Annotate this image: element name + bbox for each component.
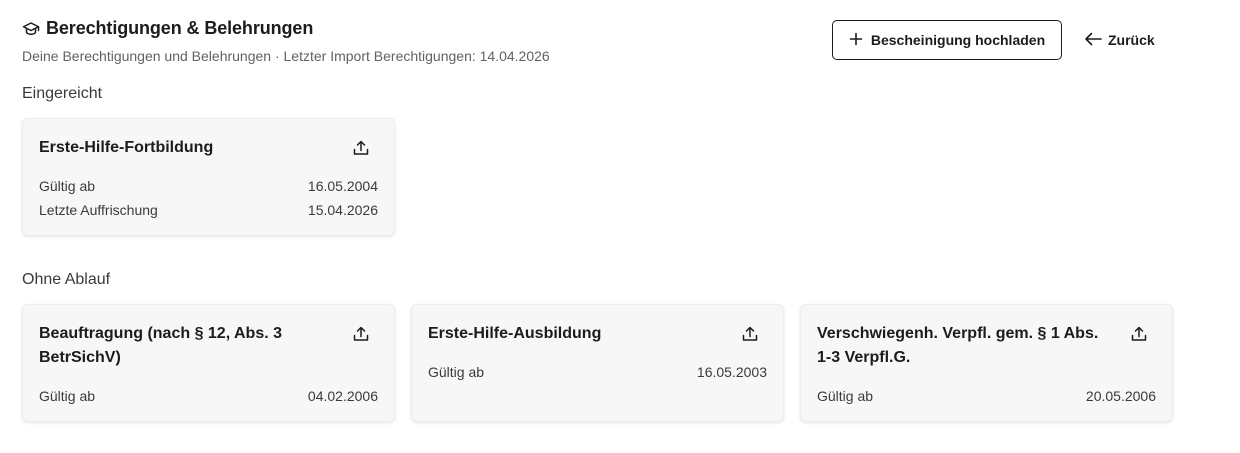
section-heading-submitted: Eingereicht — [22, 85, 103, 102]
card-row: Gültig ab 16.05.2003 — [428, 364, 767, 380]
certificate-card: Beauftragung (nach § 12, Abs. 3 BetrSich… — [22, 304, 395, 422]
arrow-left-icon — [1084, 32, 1102, 49]
card-row: Gültig ab 16.05.2004 — [39, 178, 378, 194]
certificate-card: Erste-Hilfe-Ausbildung Gültig ab 16.05.2… — [411, 304, 784, 422]
upload-certificate-button[interactable]: Bescheinigung hochladen — [832, 20, 1062, 60]
card-title: Erste-Hilfe-Ausbildung — [428, 325, 602, 342]
page-subtitle: Deine Berechtigungen und Belehrungen · L… — [22, 48, 550, 64]
row-value: 04.02.2006 — [307, 388, 378, 404]
card-title: Erste-Hilfe-Fortbildung — [39, 139, 214, 156]
row-value: 20.05.2006 — [1085, 388, 1156, 404]
row-label: Gültig ab — [817, 388, 874, 404]
page-title: Berechtigungen & Belehrungen — [46, 18, 314, 38]
row-value: 15.04.2026 — [307, 202, 378, 218]
header-actions: Bescheinigung hochladen Zurück — [832, 20, 1155, 60]
row-value: 16.05.2003 — [696, 364, 767, 380]
upload-icon[interactable] — [1128, 323, 1150, 345]
upload-certificate-label: Bescheinigung hochladen — [870, 32, 1046, 48]
row-label: Gültig ab — [39, 178, 96, 194]
upload-icon[interactable] — [350, 323, 372, 345]
page-header: Berechtigungen & Belehrungen Deine Berec… — [22, 18, 550, 64]
back-button[interactable]: Zurück — [1084, 32, 1155, 49]
section-heading-no-expiry: Ohne Ablauf — [22, 271, 111, 288]
title-row: Berechtigungen & Belehrungen — [22, 18, 550, 39]
certificate-card: Verschwiegenh. Verpfl. gem. § 1 Abs. 1-3… — [800, 304, 1173, 422]
upload-icon[interactable] — [350, 137, 372, 159]
row-label: Gültig ab — [39, 388, 96, 404]
row-label: Gültig ab — [428, 364, 485, 380]
row-value: 16.05.2004 — [307, 178, 378, 194]
page: Berechtigungen & Belehrungen Deine Berec… — [0, 0, 1240, 453]
card-title: Beauftragung (nach § 12, Abs. 3 BetrSich… — [39, 325, 283, 366]
plus-icon — [849, 32, 863, 49]
card-title: Verschwiegenh. Verpfl. gem. § 1 Abs. 1-3… — [817, 325, 1099, 366]
card-row: Gültig ab 20.05.2006 — [817, 388, 1156, 404]
certificate-card: Erste-Hilfe-Fortbildung Gültig ab 16.05.… — [22, 118, 395, 236]
card-row: Gültig ab 04.02.2006 — [39, 388, 378, 404]
upload-icon[interactable] — [739, 323, 761, 345]
back-label: Zurück — [1108, 32, 1155, 48]
card-row: Letzte Auffrischung 15.04.2026 — [39, 202, 378, 218]
row-label: Letzte Auffrischung — [39, 202, 158, 218]
graduation-cap-icon — [22, 20, 40, 38]
